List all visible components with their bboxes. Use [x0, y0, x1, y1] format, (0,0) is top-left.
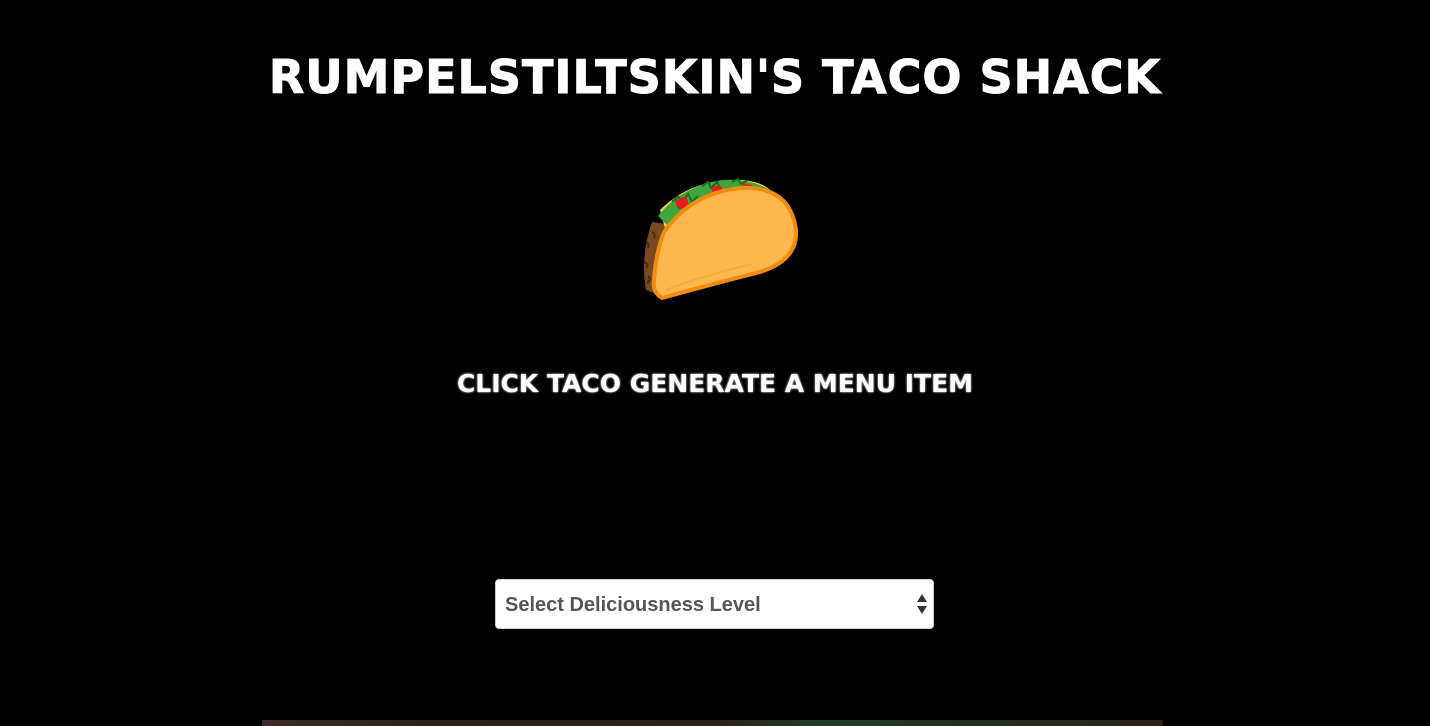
bottom-image-strip — [262, 720, 1163, 726]
page-title: Rumpelstiltskin's Taco Shack — [268, 49, 1162, 104]
instruction-text: Click Taco Generate a menu item — [456, 369, 974, 398]
deliciousness-level-select[interactable]: Select Deliciousness Level — [495, 579, 934, 629]
select-arrows-icon — [917, 594, 927, 616]
taco-generate-button[interactable] — [632, 172, 802, 304]
select-selected-value: Select Deliciousness Level — [505, 594, 761, 616]
taco-icon — [643, 177, 799, 300]
